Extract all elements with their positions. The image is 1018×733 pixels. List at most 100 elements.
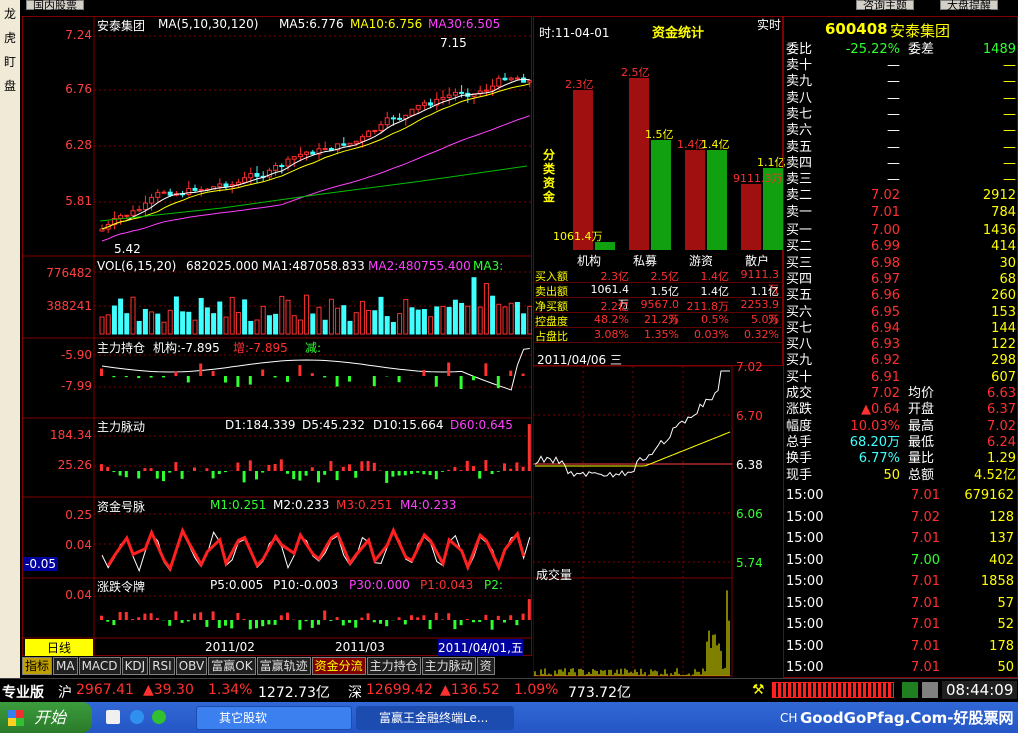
task-app[interactable]: 富赢王金融终端Le... — [356, 706, 514, 730]
token-bar — [323, 610, 327, 620]
connection-icon[interactable] — [902, 682, 918, 698]
pulse-bar — [106, 466, 110, 471]
position-bar — [348, 376, 351, 382]
intraday-tick: 5.74 — [736, 556, 763, 570]
sidebar-char[interactable]: 龙 — [0, 2, 20, 26]
tab-macd[interactable]: MACD — [78, 657, 121, 675]
language-indicator[interactable]: CH — [780, 711, 797, 725]
token-bar — [410, 615, 413, 620]
desktop-icon[interactable] — [106, 710, 120, 724]
token-bar — [478, 620, 482, 622]
tab-rsi[interactable]: RSI — [149, 657, 175, 675]
tab-indicator[interactable]: 指标 — [22, 657, 53, 675]
pulse-bar — [515, 462, 519, 471]
price-tick: 6.28 — [65, 138, 92, 152]
tick-time: 15:00 — [786, 488, 824, 503]
token-bar — [416, 617, 420, 620]
candle — [279, 164, 285, 167]
sell-row: 卖三 — — — [784, 172, 1018, 188]
fund-bar-chart — [573, 78, 783, 250]
pulse-bar — [149, 468, 153, 471]
sell-price: 7.02 — [871, 188, 900, 204]
zlcc-zeng: 增:-7.895 — [233, 341, 288, 355]
pulse-bar — [304, 471, 308, 476]
ma5-label: MA5:6.776 — [279, 17, 344, 31]
stat-row: 换手 6.77% 量比 1.29 — [784, 451, 1018, 467]
topic-button[interactable]: 咨询主题 — [856, 0, 914, 11]
stock-code: 600408 — [825, 20, 888, 38]
tick-price: 7.01 — [911, 638, 940, 654]
browser-icon[interactable] — [152, 710, 166, 724]
sidebar-char[interactable]: 虎 — [0, 26, 20, 50]
volume-bar — [378, 296, 384, 335]
candle — [198, 189, 204, 192]
tab-fuyingok[interactable]: 富赢OK — [208, 657, 256, 675]
zdlp-p2: P2: — [484, 578, 503, 592]
token-bar — [211, 611, 215, 620]
pulse-bar — [441, 471, 444, 472]
tab-fuying-track[interactable]: 富赢轨迹 — [256, 657, 311, 675]
position-bar — [149, 376, 153, 378]
pulse-bar — [335, 471, 339, 481]
sidebar-char[interactable]: 盯 — [0, 50, 20, 74]
token-bar — [509, 615, 513, 620]
tab-fund-flow[interactable]: 资金分流 — [311, 657, 366, 675]
tick-price: 7.01 — [911, 531, 940, 546]
tick-row: 15:00 7.01 1858 — [784, 574, 1018, 590]
tick-price: 7.01 — [911, 595, 940, 611]
domestic-stock-button[interactable]: 国内股票 — [26, 0, 84, 11]
vol-ma3: MA3: — [473, 259, 504, 273]
buy-level: 买一 — [786, 223, 813, 238]
kline-svg — [22, 16, 532, 656]
settings-icon[interactable] — [922, 682, 938, 698]
tab-kdj[interactable]: KDJ — [121, 657, 149, 675]
fund-row-key: 占盘比 — [535, 330, 568, 343]
tick-volume: 679162 — [964, 488, 1014, 503]
stat-row: 现手 50 总额 4.52亿 — [784, 468, 1018, 484]
zlcc-label: 主力持仓 — [97, 341, 146, 355]
volume-bar — [409, 307, 415, 335]
buy-volume: 414 — [991, 239, 1016, 255]
volume-bar — [136, 320, 142, 335]
ie-icon[interactable] — [130, 710, 144, 724]
buy-row: 买四 6.97 68 — [784, 272, 1018, 288]
alert-button[interactable]: 大盘提醒 — [940, 0, 998, 11]
fund-row-value: 1.35% — [644, 328, 679, 341]
position-bar — [310, 373, 314, 376]
position-bar — [286, 376, 289, 382]
tick-volume: 57 — [997, 595, 1014, 611]
sell-level: 卖四 — [786, 155, 813, 171]
sell-volume: — — [1003, 58, 1016, 73]
buy-price: 6.95 — [871, 304, 900, 320]
position-bar — [422, 369, 426, 376]
token-bar — [100, 615, 103, 620]
ma10-label: MA10:6.756 — [350, 17, 423, 31]
tab-main-pulse[interactable]: 主力脉动 — [421, 657, 476, 675]
candle — [192, 187, 198, 191]
zlmd-d5: D5:45.232 — [302, 418, 365, 432]
token-bar — [515, 620, 519, 626]
tab-main-position[interactable]: 主力持仓 — [366, 657, 421, 675]
fund-row-value: 1.5亿 — [650, 285, 680, 298]
position-bar — [397, 376, 401, 383]
tab-obv[interactable]: OBV — [175, 657, 208, 675]
tick-price: 7.01 — [911, 574, 940, 589]
stat-value: 10.03% — [850, 418, 900, 434]
token-bar — [329, 620, 333, 621]
period-button[interactable]: 日线 — [25, 639, 93, 656]
tab-ma[interactable]: MA — [53, 657, 78, 675]
fund-category-label: 私募 — [633, 254, 658, 268]
token-bar — [428, 620, 432, 630]
position-bar — [447, 362, 451, 376]
market-strength-bar — [772, 682, 894, 698]
stat-key: 总手 — [786, 434, 813, 450]
sidebar-char[interactable]: 盘 — [0, 74, 20, 98]
volume-bar — [105, 314, 111, 335]
tools-icon[interactable]: ⚒ — [752, 682, 768, 698]
task-folder[interactable]: 其它股软 — [196, 706, 352, 730]
tab-more[interactable]: 资 — [476, 657, 495, 675]
sz-percent: 1.09% — [514, 682, 559, 698]
zlcc-tick: -5.90 — [60, 348, 92, 362]
zjhm-tick: 0.25 — [65, 508, 92, 522]
pulse-bar — [422, 471, 426, 475]
